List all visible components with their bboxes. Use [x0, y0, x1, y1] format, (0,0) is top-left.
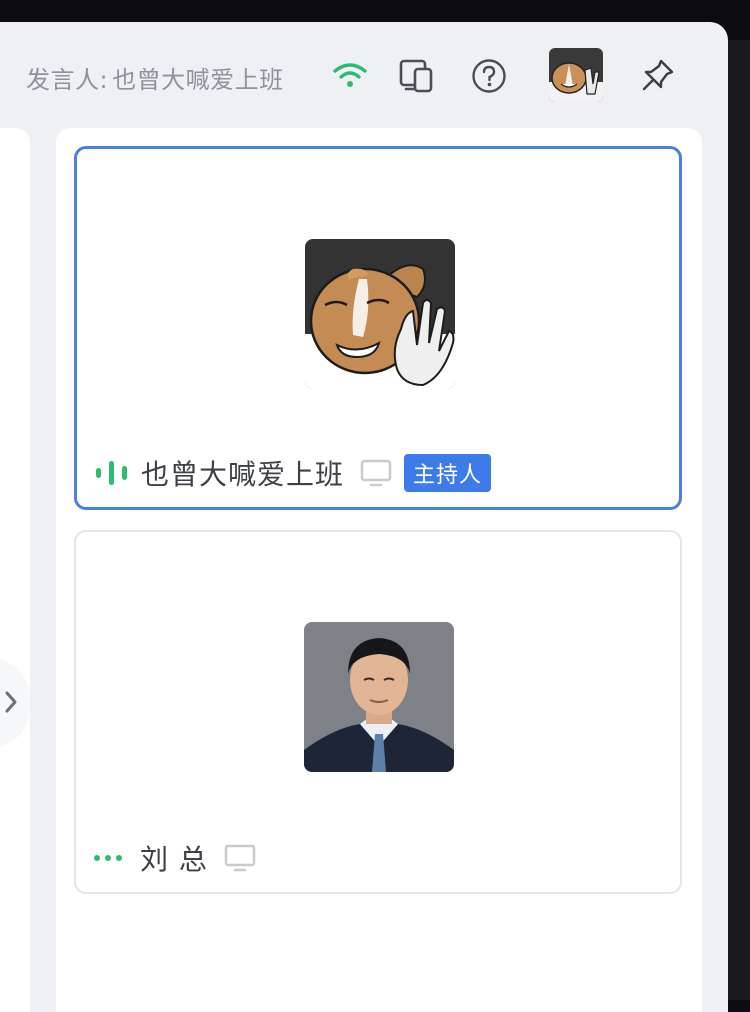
user-avatar[interactable] [549, 48, 603, 102]
screen-share-icon [360, 459, 392, 487]
screen-share-icon [224, 844, 256, 872]
main-stage-panel [0, 128, 30, 1012]
help-icon[interactable] [471, 58, 507, 94]
speaker-name: 也曾大喊爱上班 [112, 66, 284, 94]
host-badge: 主持人 [404, 454, 492, 492]
participant-name-row: 刘 总 [94, 838, 256, 878]
participant-card[interactable]: 也曾大喊爱上班 主持人 [74, 146, 682, 510]
audio-idle-indicator [94, 855, 128, 861]
participant-name: 也曾大喊爱上班 [141, 458, 345, 491]
participant-name: 刘 总 [140, 843, 208, 876]
window-edge [728, 40, 750, 1000]
current-speaker: 发言人: 也曾大喊爱上班 [26, 60, 284, 95]
pin-icon[interactable] [640, 57, 676, 93]
device-switch-icon[interactable] [398, 58, 436, 94]
participant-name-row: 也曾大喊爱上班 主持人 [95, 453, 492, 493]
top-bar: 发言人: 也曾大喊爱上班 [0, 22, 728, 128]
wifi-icon [333, 63, 367, 87]
participant-avatar [304, 622, 454, 772]
speaking-indicator-icon [96, 461, 127, 485]
participant-avatar [305, 239, 455, 389]
speaker-label: 发言人: [26, 66, 109, 94]
participant-card[interactable]: 刘 总 [74, 530, 682, 894]
chevron-right-icon [5, 691, 17, 713]
participant-list: 也曾大喊爱上班 主持人 刘 总 [56, 128, 702, 1012]
meeting-window: 发言人: 也曾大喊爱上班 也曾大喊爱上班 主持人 刘 总 [0, 22, 728, 1012]
